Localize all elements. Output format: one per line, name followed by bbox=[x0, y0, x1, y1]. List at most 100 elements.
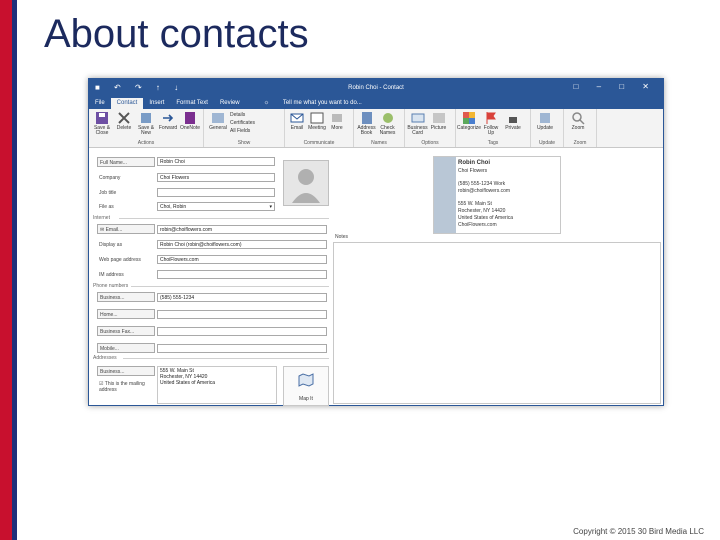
phone-section-label: Phone numbers bbox=[93, 283, 129, 289]
group-communicate: Email Meeting More Communicate bbox=[285, 109, 354, 147]
categorize-icon bbox=[463, 112, 475, 124]
card-country: United States of America bbox=[458, 215, 514, 221]
phone-type-mobile[interactable]: Mobile... bbox=[97, 343, 155, 353]
slide-title: About contacts bbox=[44, 12, 309, 56]
group-names: Address Book Check Names Names bbox=[354, 109, 405, 147]
im-address-label: IM address bbox=[99, 272, 124, 278]
lock-icon bbox=[509, 117, 517, 123]
display-as-field[interactable]: Robin Choi (robin@choiflowers.com) bbox=[157, 240, 327, 249]
title-bar: ■ ↶ ↷ ↑ ↓ Robin Choi - Contact □ – □ ✕ bbox=[89, 79, 663, 98]
slide-accent-red bbox=[0, 0, 12, 540]
web-page-label: Web page address bbox=[99, 257, 141, 263]
group-label-names: Names bbox=[371, 140, 387, 146]
business-card-preview[interactable]: Robin Choi Choi Flowers (585) 555-1234 W… bbox=[433, 156, 561, 234]
phone-field-mobile[interactable] bbox=[157, 344, 327, 353]
card-city: Rochester, NY 14420 bbox=[458, 208, 506, 214]
tab-format-text[interactable]: Format Text bbox=[170, 98, 214, 109]
notes-field[interactable] bbox=[333, 242, 661, 404]
group-label-actions: Actions bbox=[137, 140, 155, 146]
group-show: General Details Certificates All Fields … bbox=[204, 109, 285, 147]
addresses-divider bbox=[123, 358, 329, 359]
notes-label: Notes bbox=[335, 234, 349, 240]
group-tags: Categorize Follow Up Private Tags bbox=[456, 109, 531, 147]
onenote-icon bbox=[185, 112, 195, 124]
certificates-button[interactable]: Certificates bbox=[230, 120, 255, 128]
contact-window: ■ ↶ ↷ ↑ ↓ Robin Choi - Contact □ – □ ✕ F… bbox=[88, 78, 664, 406]
group-options: Business Card Picture Options bbox=[405, 109, 456, 147]
magnifier-icon bbox=[572, 112, 585, 125]
email-type-label: Email... bbox=[105, 227, 123, 233]
tab-file[interactable]: File bbox=[89, 98, 111, 109]
full-name-field[interactable]: Robin Choi bbox=[157, 157, 275, 166]
tell-me-box[interactable]: ☼ Tell me what you want to do... bbox=[252, 98, 374, 109]
ribbon: Save & Close Delete Save & New Forward O… bbox=[89, 109, 663, 148]
window-controls[interactable]: □ – □ ✕ bbox=[574, 82, 657, 91]
group-label-options: Options bbox=[421, 140, 439, 146]
tell-me-text: Tell me what you want to do... bbox=[282, 100, 362, 106]
group-zoom: Zoom Zoom bbox=[564, 109, 597, 147]
job-title-field[interactable] bbox=[157, 188, 275, 197]
phone-type-business[interactable]: Business... bbox=[97, 292, 155, 302]
card-phone: (585) 555-1234 Work bbox=[458, 181, 506, 187]
im-address-field[interactable] bbox=[157, 270, 327, 279]
card-company: Choi Flowers bbox=[458, 168, 488, 174]
file-as-value: Choi, Robin bbox=[160, 204, 187, 210]
card-web: ChoiFlowers.com bbox=[458, 222, 497, 228]
web-page-field[interactable]: ChoiFlowers.com bbox=[157, 255, 327, 264]
delete-icon bbox=[118, 112, 130, 124]
mailing-address-checkbox[interactable]: ☑ This is the mailing address bbox=[99, 381, 155, 393]
display-as-label: Display as bbox=[99, 242, 123, 248]
phone-field-business-fax[interactable] bbox=[157, 327, 327, 336]
mail-small-icon: ✉ bbox=[100, 227, 105, 233]
ribbon-tabs: File Contact Insert Format Text Review ☼… bbox=[89, 98, 663, 109]
phone-field-business[interactable]: (585) 555-1234 bbox=[157, 293, 327, 302]
phone-type-home[interactable]: Home... bbox=[97, 309, 155, 319]
more-icon bbox=[332, 114, 342, 122]
phone-type-business-fax[interactable]: Business Fax... bbox=[97, 326, 155, 336]
calendar-icon bbox=[310, 112, 324, 124]
internet-divider bbox=[119, 218, 329, 219]
update-icon bbox=[540, 113, 550, 123]
lightbulb-icon: ☼ bbox=[263, 100, 270, 106]
job-title-label: Job title bbox=[99, 190, 117, 196]
tab-insert[interactable]: Insert bbox=[143, 98, 170, 109]
group-label-communicate: Communicate bbox=[303, 140, 335, 146]
flag-icon bbox=[486, 112, 496, 124]
tab-contact[interactable]: Contact bbox=[110, 98, 144, 109]
person-silhouette-icon bbox=[292, 169, 320, 203]
file-as-select[interactable]: Choi, Robin ▾ bbox=[157, 202, 275, 211]
general-icon bbox=[212, 113, 224, 123]
all-fields-button[interactable]: All Fields bbox=[230, 128, 255, 136]
contact-photo[interactable] bbox=[283, 160, 329, 206]
group-update: Update Update bbox=[531, 109, 564, 147]
internet-section-label: Internet bbox=[93, 215, 110, 221]
full-name-button[interactable]: Full Name... bbox=[97, 157, 155, 167]
mailing-address-label: This is the mailing address bbox=[99, 381, 145, 393]
group-label-tags: Tags bbox=[487, 140, 499, 146]
contact-form: Full Name... Robin Choi Company Choi Flo… bbox=[89, 148, 663, 406]
copyright-text: Copyright © 2015 30 Bird Media LLC bbox=[573, 527, 704, 536]
address-field[interactable]: 555 W. Main St Rochester, NY 14420 Unite… bbox=[157, 366, 277, 404]
addresses-section-label: Addresses bbox=[93, 355, 117, 361]
map-it-button[interactable]: Map It bbox=[283, 366, 329, 406]
email-field[interactable]: robin@choiflowers.com bbox=[157, 225, 327, 234]
company-label: Company bbox=[99, 175, 121, 181]
mail-icon bbox=[290, 113, 304, 123]
company-field[interactable]: Choi Flowers bbox=[157, 173, 275, 182]
chevron-down-icon: ▾ bbox=[269, 204, 272, 210]
map-it-label: Map It bbox=[299, 396, 313, 402]
phone-divider bbox=[131, 286, 329, 287]
email-type-button[interactable]: ✉ Email... bbox=[97, 224, 155, 234]
group-actions: Save & Close Delete Save & New Forward O… bbox=[89, 109, 204, 147]
map-icon bbox=[298, 373, 314, 387]
address-line-3: United States of America bbox=[160, 380, 216, 386]
details-button[interactable]: Details bbox=[230, 112, 255, 120]
phone-field-home[interactable] bbox=[157, 310, 327, 319]
address-type-button[interactable]: Business... bbox=[97, 366, 155, 376]
card-image-strip bbox=[434, 157, 456, 233]
new-contact-icon bbox=[141, 113, 151, 123]
address-book-icon bbox=[361, 112, 372, 124]
card-street: 555 W. Main St bbox=[458, 201, 492, 207]
group-label-zoom: Zoom bbox=[573, 140, 587, 146]
tab-review[interactable]: Review bbox=[214, 98, 246, 109]
